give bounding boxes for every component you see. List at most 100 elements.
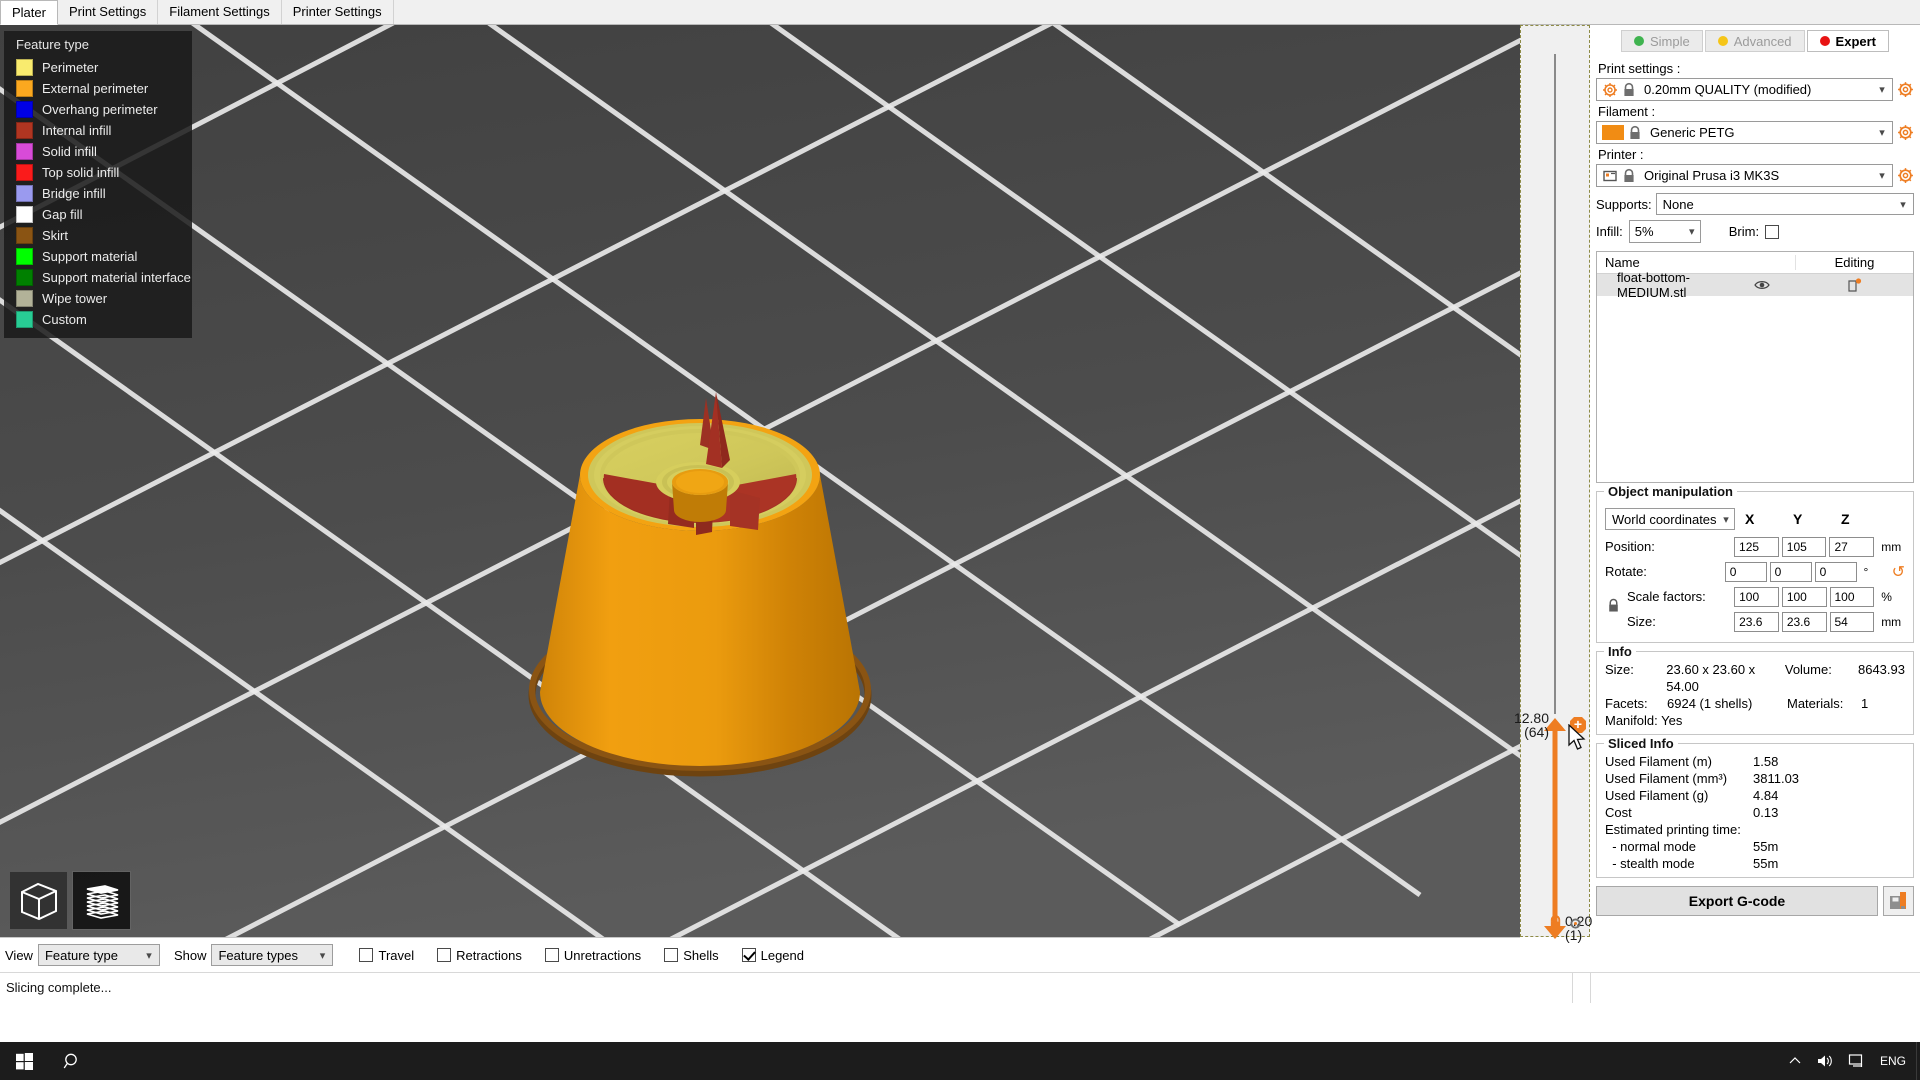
table-row[interactable]: float-bottom-MEDIUM.stl — [1597, 274, 1913, 296]
view-combo[interactable]: Feature type ▾ — [38, 944, 160, 966]
om-unit-label: ° — [1860, 565, 1886, 579]
mode-button-expert[interactable]: Expert — [1807, 30, 1889, 52]
legend-color-swatch — [16, 206, 33, 223]
layer-slider-track[interactable] — [1554, 54, 1556, 714]
preview-layers-icon[interactable] — [73, 872, 130, 929]
chevron-down-icon[interactable]: ▾ — [1874, 126, 1890, 139]
filament-row: Generic PETG ▾ — [1596, 121, 1914, 144]
print-settings-combo[interactable]: 0.20mm QUALITY (modified) ▾ — [1596, 78, 1893, 101]
windows-logo-icon — [16, 1053, 33, 1070]
tab-plater[interactable]: Plater — [0, 0, 58, 25]
3d-editor-view-icon[interactable] — [10, 872, 67, 929]
search-icon — [63, 1052, 82, 1071]
tab-printer-settings[interactable]: Printer Settings — [282, 0, 394, 24]
infill-combo[interactable]: 5% ▾ — [1629, 220, 1701, 243]
om-input-x[interactable]: 100 — [1734, 587, 1779, 607]
legend-item: Solid infill — [4, 141, 192, 162]
show-combo[interactable]: Feature types ▾ — [211, 944, 333, 966]
tab-filament-settings[interactable]: Filament Settings — [158, 0, 281, 24]
axis-header-z: Z — [1831, 511, 1879, 527]
view-label: View — [5, 948, 33, 963]
print-settings-row: 0.20mm QUALITY (modified) ▾ — [1596, 78, 1914, 101]
layer-slider-panel[interactable]: 12.80 (64) 0.20 (1) + — [1520, 25, 1590, 937]
object-settings-icon[interactable] — [1847, 278, 1862, 293]
om-input-x[interactable]: 23.6 — [1734, 612, 1779, 632]
language-indicator[interactable]: ENG — [1880, 1054, 1906, 1068]
export-to-sd-button[interactable] — [1883, 886, 1914, 916]
checkbox-travel[interactable] — [359, 948, 373, 962]
object-name: float-bottom-MEDIUM.stl — [1597, 270, 1729, 300]
mode-dot-expert — [1820, 36, 1830, 46]
mode-dot-simple — [1634, 36, 1644, 46]
status-bar: Slicing complete... — [0, 972, 1920, 1002]
slider-settings-gear-icon[interactable] — [1568, 916, 1583, 931]
om-input-y[interactable]: 23.6 — [1782, 612, 1827, 632]
chevron-down-icon[interactable]: ▾ — [1874, 83, 1890, 96]
export-gcode-button[interactable]: Export G-code — [1596, 886, 1878, 916]
om-input-z[interactable]: 100 — [1830, 587, 1875, 607]
mode-button-advanced[interactable]: Advanced — [1705, 30, 1805, 52]
chevron-down-icon[interactable]: ▾ — [314, 949, 330, 962]
object-editing-cell[interactable] — [1795, 278, 1913, 293]
preview-toggle-retractions[interactable]: Retractions — [437, 948, 522, 963]
supports-combo[interactable]: None ▾ — [1656, 193, 1914, 215]
show-desktop-button[interactable] — [1916, 1042, 1920, 1080]
coordinate-space-combo[interactable]: World coordinates ▾ — [1605, 508, 1735, 530]
print-settings-label: Print settings : — [1598, 61, 1914, 76]
view-mode-icons — [10, 872, 130, 929]
eye-icon[interactable] — [1754, 279, 1770, 291]
filament-combo[interactable]: Generic PETG ▾ — [1596, 121, 1893, 144]
printer-settings-gear-icon[interactable] — [1897, 167, 1914, 184]
sliced-info-group: Sliced Info Used Filament (m)1.58Used Fi… — [1596, 743, 1914, 878]
om-input-x[interactable]: 0 — [1725, 562, 1767, 582]
checkbox-retractions[interactable] — [437, 948, 451, 962]
info-materials-value: 1 — [1861, 695, 1868, 712]
om-input-z[interactable]: 54 — [1830, 612, 1875, 632]
object-manipulation-row: Size:23.623.654mm — [1605, 609, 1905, 634]
print-settings-edit-gear-icon[interactable] — [1897, 81, 1914, 98]
checkbox-legend[interactable] — [742, 948, 756, 962]
one-layer-lock-icon[interactable] — [1548, 915, 1563, 930]
printer-combo[interactable]: Original Prusa i3 MK3S ▾ — [1596, 164, 1893, 187]
om-input-y[interactable]: 105 — [1782, 537, 1827, 557]
3d-viewport[interactable]: Feature type PerimeterExternal perimeter… — [0, 25, 1520, 937]
object-visibility-cell[interactable] — [1729, 279, 1795, 291]
infill-label: Infill: — [1596, 224, 1623, 239]
preview-toggle-legend[interactable]: Legend — [742, 948, 804, 963]
preview-toggle-unretractions[interactable]: Unretractions — [545, 948, 641, 963]
checkbox-unretractions[interactable] — [545, 948, 559, 962]
reset-rotation-icon[interactable]: ↺ — [1892, 562, 1905, 582]
legend-item: Internal infill — [4, 120, 192, 141]
om-input-x[interactable]: 125 — [1734, 537, 1779, 557]
legend-color-swatch — [16, 185, 33, 202]
uniform-scale-lock-icon[interactable] — [1607, 598, 1620, 613]
network-icon[interactable] — [1848, 1053, 1866, 1069]
legend-color-swatch — [16, 227, 33, 244]
taskbar-search-button[interactable] — [48, 1042, 96, 1080]
start-button[interactable] — [0, 1042, 48, 1080]
om-input-y[interactable]: 100 — [1782, 587, 1827, 607]
chevron-up-icon[interactable] — [1788, 1054, 1802, 1068]
layer-slider-upper-label: 12.80 (64) — [1514, 711, 1549, 739]
chevron-down-icon[interactable]: ▾ — [1874, 169, 1890, 182]
supports-row: Supports: None ▾ — [1596, 193, 1914, 215]
preview-toggle-travel[interactable]: Travel — [359, 948, 414, 963]
chevron-down-icon[interactable]: ▾ — [1684, 225, 1700, 238]
chevron-down-icon[interactable]: ▾ — [141, 949, 157, 962]
legend-item: Wipe tower — [4, 288, 192, 309]
object-list-table: Name Editing float-bottom-MEDIUM.stl — [1596, 251, 1914, 483]
chevron-down-icon[interactable]: ▾ — [1895, 198, 1911, 211]
checkbox-shells[interactable] — [664, 948, 678, 962]
om-input-y[interactable]: 0 — [1770, 562, 1812, 582]
om-input-z[interactable]: 27 — [1829, 537, 1874, 557]
chevron-down-icon[interactable]: ▾ — [1718, 513, 1734, 526]
preview-toggle-shells[interactable]: Shells — [664, 948, 718, 963]
om-input-z[interactable]: 0 — [1815, 562, 1857, 582]
layer-slider-range[interactable] — [1553, 726, 1558, 931]
mode-button-simple[interactable]: Simple — [1621, 30, 1703, 52]
brim-checkbox[interactable] — [1765, 225, 1779, 239]
tab-print-settings[interactable]: Print Settings — [58, 0, 158, 24]
volume-icon[interactable] — [1816, 1053, 1834, 1069]
filament-settings-gear-icon[interactable] — [1897, 124, 1914, 141]
print-bed-grid — [0, 25, 1520, 937]
